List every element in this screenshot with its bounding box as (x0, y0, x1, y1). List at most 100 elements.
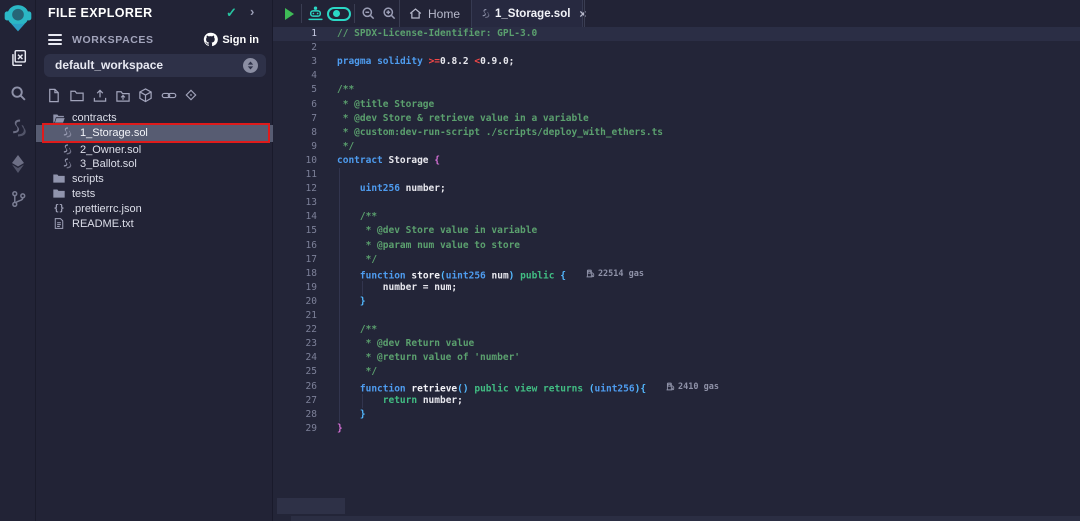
line-number: 3 (273, 55, 317, 69)
new-folder-icon[interactable] (69, 88, 85, 104)
run-script-button[interactable] (279, 0, 299, 27)
code-line-1[interactable]: 1// SPDX-License-Identifier: GPL-3.0 (273, 27, 1080, 41)
code-text: } (337, 295, 366, 309)
code-line-29[interactable]: 29} (273, 422, 1080, 436)
code-line-6[interactable]: 6 * @title Storage (273, 98, 1080, 112)
code-line-12[interactable]: 12 uint256 number; (273, 182, 1080, 196)
code-line-4[interactable]: 4 (273, 69, 1080, 83)
file-tree-item-2-owner-sol[interactable]: 2_Owner.sol (36, 143, 273, 157)
file-tree-item-1-storage-sol[interactable]: 1_Storage.sol (36, 125, 273, 142)
code-line-10[interactable]: 10contract Storage { (273, 154, 1080, 168)
code-text: return number; (337, 394, 463, 408)
code-line-28[interactable]: 28 } (273, 408, 1080, 422)
ipfs-cube-icon[interactable] (138, 88, 154, 104)
search-icon[interactable] (0, 78, 36, 108)
zoom-in-button[interactable] (378, 0, 400, 27)
github-icon (203, 32, 218, 47)
code-line-3[interactable]: 3 pragma solidity >=0.8.2 <0.9.0; (273, 55, 1080, 69)
code-editor[interactable]: 1// SPDX-License-Identifier: GPL-3.023 pr… (273, 27, 1080, 521)
line-number: 25 (273, 365, 317, 379)
file-label: 3_Ballot.sol (80, 158, 137, 170)
code-line-19[interactable]: 19 number = num; (273, 281, 1080, 295)
copilot-toggle[interactable] (325, 0, 353, 27)
upload-folder-icon[interactable] (115, 88, 131, 104)
code-line-20[interactable]: 20 } (273, 295, 1080, 309)
code-line-22[interactable]: 22 /** (273, 323, 1080, 337)
line-number: 1 (273, 27, 317, 41)
deploy-run-icon[interactable] (0, 149, 36, 179)
file-label: scripts (72, 173, 104, 185)
file-text-icon (52, 217, 66, 230)
hamburger-menu-icon[interactable] (48, 34, 62, 46)
workspace-stepper-icon (243, 58, 258, 73)
code-line-5[interactable]: 5/** (273, 83, 1080, 97)
code-line-2[interactable]: 2 (273, 41, 1080, 55)
tab-1-storage-sol[interactable]: 1_Storage.sol × (471, 0, 583, 27)
code-line-15[interactable]: 15 * @dev Store value in variable (273, 224, 1080, 238)
remix-logo[interactable] (0, 3, 36, 33)
code-line-25[interactable]: 25 */ (273, 365, 1080, 379)
code-text: number = num; (337, 281, 457, 295)
terminal-top-edge (291, 516, 1080, 521)
panel-title: FILE EXPLORER (48, 6, 153, 20)
file-explorer-icon[interactable] (0, 43, 36, 73)
link-icon[interactable] (161, 88, 177, 104)
solidity-file-icon (60, 158, 74, 170)
code-line-24[interactable]: 24 * @return value of 'number' (273, 351, 1080, 365)
line-number: 24 (273, 351, 317, 365)
code-line-14[interactable]: 14 /** (273, 210, 1080, 224)
code-text: */ (337, 253, 377, 267)
sign-in-button[interactable]: Sign in (203, 32, 259, 47)
line-number: 2 (273, 41, 317, 55)
code-text: } (337, 408, 366, 422)
file-label: README.txt (72, 218, 134, 230)
file-tree-item-3-ballot-sol[interactable]: 3_Ballot.sol (36, 157, 273, 171)
upload-file-icon[interactable] (92, 88, 108, 104)
file-tree-item-tests[interactable]: tests (36, 187, 273, 201)
code-line-7[interactable]: 7 * @dev Store & retrieve value in a var… (273, 112, 1080, 126)
tab-home[interactable]: Home (399, 0, 471, 27)
code-line-16[interactable]: 16 * @param num value to store (273, 239, 1080, 253)
code-line-26[interactable]: 26 function retrieve() public view retur… (273, 380, 1080, 394)
file-tree-item--prettierrc-json[interactable]: {}.prettierrc.json (36, 202, 273, 216)
code-text: * @title Storage (337, 98, 434, 112)
code-line-8[interactable]: 8 * @custom:dev-run-script ./scripts/dep… (273, 126, 1080, 140)
line-number: 8 (273, 126, 317, 140)
workspaces-row: WORKSPACES Sign in (48, 32, 261, 48)
code-line-21[interactable]: 21 (273, 309, 1080, 323)
code-line-13[interactable]: 13 (273, 196, 1080, 210)
workspace-select[interactable]: default_workspace (44, 54, 266, 77)
workspaces-label: WORKSPACES (72, 34, 154, 46)
horizontal-scrollbar-thumb[interactable] (277, 498, 345, 514)
icon-rail (0, 0, 36, 521)
code-line-17[interactable]: 17 */ (273, 253, 1080, 267)
solidity-file-icon (60, 127, 74, 139)
line-number: 19 (273, 281, 317, 295)
code-line-11[interactable]: 11 (273, 168, 1080, 182)
code-text: * @param num value to store (337, 239, 520, 253)
line-number: 17 (273, 253, 317, 267)
solidity-file-icon (60, 144, 74, 156)
code-text: * @dev Store value in variable (337, 224, 537, 238)
solidity-compiler-icon[interactable] (0, 114, 36, 144)
new-file-icon[interactable] (46, 88, 62, 104)
code-line-18[interactable]: 18 function store(uint256 num) public {2… (273, 267, 1080, 281)
code-text: /** (337, 210, 377, 224)
file-tree-item-readme-txt[interactable]: README.txt (36, 217, 273, 231)
file-label: contracts (72, 112, 117, 124)
close-tab-icon[interactable]: × (579, 7, 586, 21)
chevron-right-icon[interactable]: › (250, 4, 254, 19)
zoom-out-button[interactable] (357, 0, 379, 27)
code-line-9[interactable]: 9 */ (273, 140, 1080, 154)
gas-estimate-hint: 2410 gas (666, 380, 719, 394)
code-text: */ (337, 140, 354, 154)
code-text: /** (337, 323, 377, 337)
code-line-23[interactable]: 23 * @dev Return value (273, 337, 1080, 351)
git-branch-icon[interactable] (0, 184, 36, 214)
file-tree-item-scripts[interactable]: scripts (36, 172, 273, 186)
file-tree-item-contracts[interactable]: contracts (36, 111, 273, 125)
ai-assistant-button[interactable] (303, 0, 327, 27)
gist-diamond-icon[interactable] (184, 88, 200, 104)
code-text: pragma solidity >=0.8.2 <0.9.0; (337, 55, 514, 69)
code-line-27[interactable]: 27 return number; (273, 394, 1080, 408)
